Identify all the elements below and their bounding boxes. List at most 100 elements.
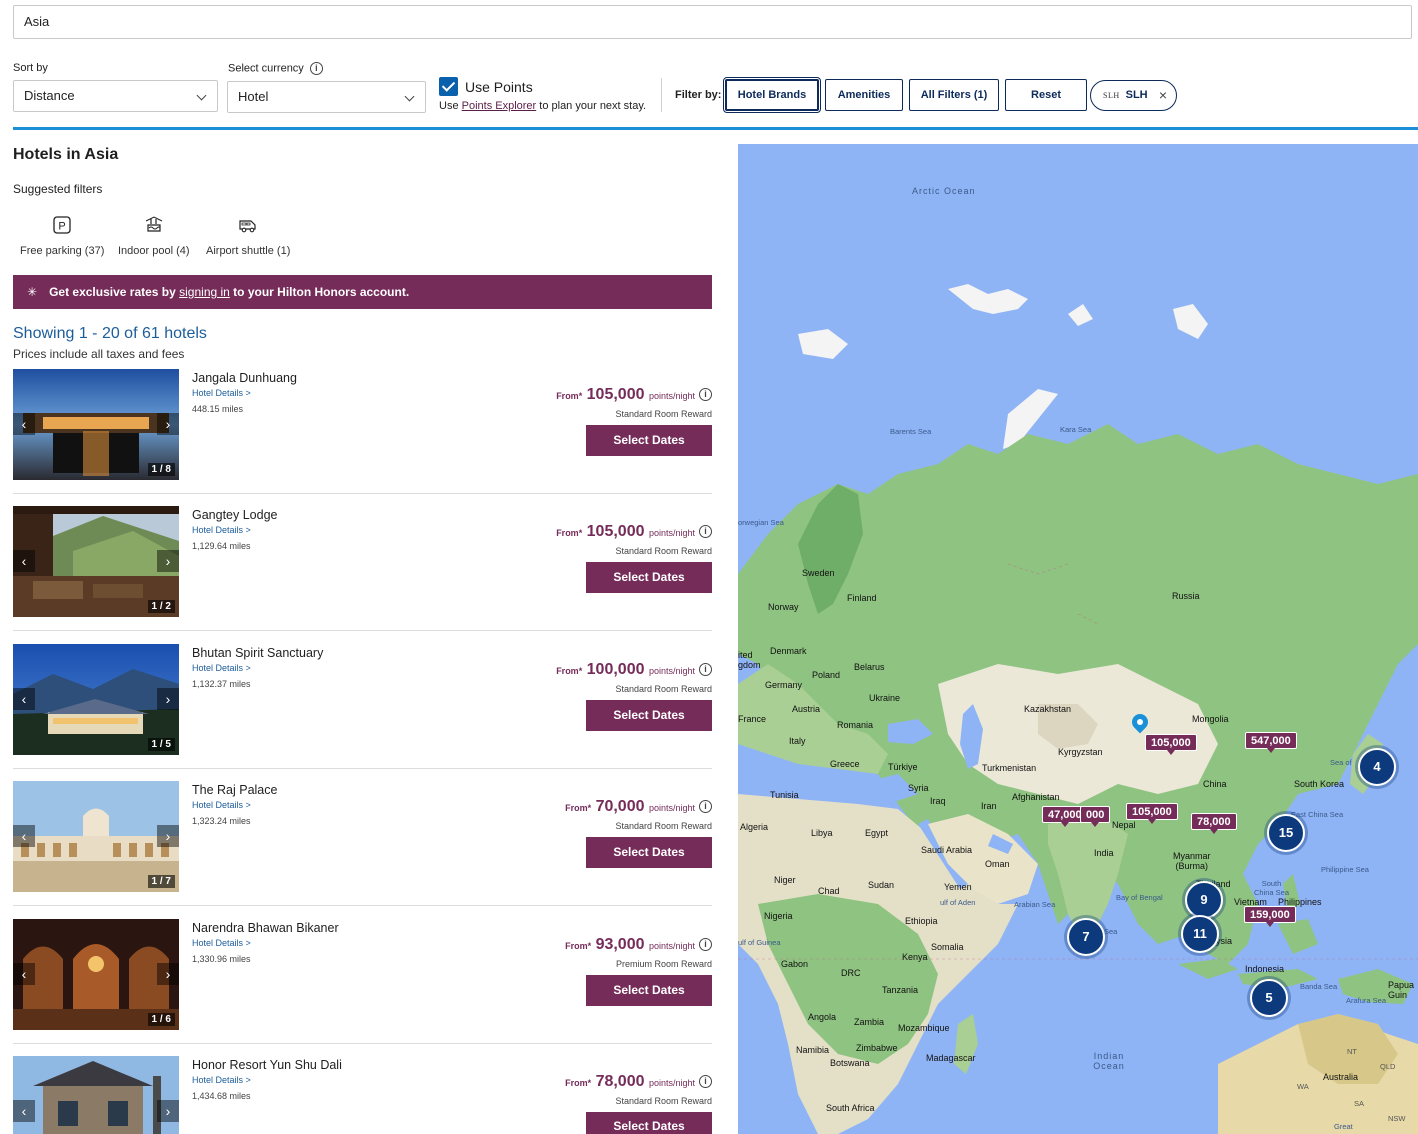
search-input[interactable]: Asia — [13, 5, 1412, 39]
hotel-card[interactable]: ‹ › 1 / 8 Jangala Dunhuang Hotel Details… — [13, 369, 712, 494]
reset-button[interactable]: Reset — [1005, 79, 1087, 111]
hotel-photo[interactable]: ‹ › 1 / 5 — [13, 644, 179, 755]
select-dates-button[interactable]: Select Dates — [586, 837, 712, 868]
hotel-name[interactable]: The Raj Palace — [192, 783, 277, 797]
map-label: Mozambique — [898, 1023, 950, 1033]
price: From* 70,000 points/night i — [565, 798, 712, 816]
select-dates-button[interactable]: Select Dates — [586, 975, 712, 1006]
hotel-name[interactable]: Gangtey Lodge — [192, 508, 278, 522]
hotel-card[interactable]: ‹ › 1 / 7 The Raj Palace Hotel Details >… — [13, 781, 712, 906]
select-dates-button[interactable]: Select Dates — [586, 1112, 712, 1134]
info-icon[interactable]: i — [699, 938, 712, 952]
map-label: Ukraine — [869, 693, 901, 703]
hotel-details-link[interactable]: Hotel Details > — [192, 663, 251, 673]
map-price-pin[interactable]: 105,000 — [1145, 734, 1197, 755]
map-price-pin[interactable]: 547,000 — [1245, 732, 1297, 753]
map-label: Indonesia — [1245, 964, 1285, 974]
next-photo-button[interactable]: › — [157, 825, 179, 847]
next-photo-button[interactable]: › — [157, 550, 179, 572]
map-label: Angola — [808, 1012, 837, 1022]
prev-photo-button[interactable]: ‹ — [13, 413, 35, 435]
suggested-filter-indoor-pool[interactable]: Indoor pool (4) — [118, 216, 190, 257]
map-price-pin[interactable]: 78,000 — [1191, 813, 1237, 834]
suggested-filter-label: Indoor pool (4) — [118, 245, 190, 257]
map-cluster[interactable]: 15 — [1267, 814, 1305, 852]
map-label: Yemen — [944, 882, 972, 892]
hotel-name[interactable]: Jangala Dunhuang — [192, 371, 297, 385]
info-icon[interactable]: i — [699, 663, 712, 677]
hotel-name[interactable]: Bhutan Spirit Sanctuary — [192, 646, 323, 660]
suggested-filters-title: Suggested filters — [13, 182, 103, 196]
prev-photo-button[interactable]: ‹ — [13, 550, 35, 572]
info-icon[interactable]: i — [699, 525, 712, 539]
sign-in-link[interactable]: signing in — [179, 285, 230, 299]
info-icon[interactable]: i — [309, 62, 323, 75]
map-cluster[interactable]: 9 — [1185, 881, 1223, 919]
suggested-filter-airport-shuttle[interactable]: Airport shuttle (1) — [206, 216, 290, 257]
hotel-brands-button[interactable]: Hotel Brands — [723, 77, 821, 113]
next-photo-button[interactable]: › — [157, 688, 179, 710]
hotel-card[interactable]: ‹ › 1 / 2 Gangtey Lodge Hotel Details > … — [13, 506, 712, 631]
next-photo-button[interactable]: › — [157, 1100, 179, 1122]
map-label: Kazakhstan — [1024, 704, 1072, 714]
hotel-card[interactable]: ‹ › 1 / 5 Bhutan Spirit Sanctuary Hotel … — [13, 644, 712, 769]
prev-photo-button[interactable]: ‹ — [13, 825, 35, 847]
map-price-pin[interactable]: 159,000 — [1244, 906, 1296, 927]
currency-select[interactable]: Hotel — [227, 81, 426, 113]
room-type: Standard Room Reward — [615, 546, 712, 556]
map-label: Zimbabwe — [856, 1043, 898, 1053]
map-cluster[interactable]: 11 — [1181, 915, 1219, 953]
sort-select[interactable]: Distance — [13, 80, 218, 112]
hotel-details-link[interactable]: Hotel Details > — [192, 1075, 251, 1085]
map-cluster[interactable]: 7 — [1067, 918, 1105, 956]
hotel-photo[interactable]: ‹ › 1 / 2 — [13, 506, 179, 617]
map-label: Madagascar — [926, 1053, 976, 1063]
all-filters-button[interactable]: All Filters (1) — [909, 79, 999, 111]
map-cluster[interactable]: 4 — [1358, 748, 1396, 786]
hotel-card[interactable]: ‹ › Honor Resort Yun Shu Dali Hotel Deta… — [13, 1056, 712, 1134]
results-map[interactable]: Arctic Ocean Barents Sea Kara Sea orwegi… — [738, 144, 1418, 1134]
map-price-pin[interactable]: 105,000 — [1126, 803, 1178, 824]
map-price-pin[interactable]: 000 — [1080, 806, 1111, 827]
slh-filter-chip[interactable]: SLH SLH × — [1090, 80, 1177, 111]
map-label: Belarus — [854, 662, 885, 672]
next-photo-button[interactable]: › — [157, 963, 179, 985]
map-cluster[interactable]: 5 — [1250, 979, 1288, 1017]
hotel-name[interactable]: Narendra Bhawan Bikaner — [192, 921, 339, 935]
note-post: to plan your next stay. — [536, 100, 647, 112]
info-icon[interactable]: i — [699, 1075, 712, 1089]
parking-icon: P — [53, 216, 71, 234]
select-dates-button[interactable]: Select Dates — [586, 700, 712, 731]
points-explorer-link[interactable]: Points Explorer — [462, 100, 537, 112]
suggested-filter-free-parking[interactable]: P Free parking (37) — [20, 216, 104, 257]
hotel-photo[interactable]: ‹ › 1 / 7 — [13, 781, 179, 892]
points-value: 105,000 — [586, 386, 645, 403]
hotel-details-link[interactable]: Hotel Details > — [192, 800, 251, 810]
hotel-photo[interactable]: ‹ › 1 / 8 — [13, 369, 179, 480]
note-pre: Use — [439, 100, 462, 112]
sort-label: Sort by — [13, 62, 48, 74]
map-label: Kyrgyzstan — [1058, 747, 1103, 757]
info-icon[interactable]: i — [699, 388, 712, 402]
select-dates-button[interactable]: Select Dates — [586, 562, 712, 593]
hotel-card[interactable]: ‹ › 1 / 6 Narendra Bhawan Bikaner Hotel … — [13, 919, 712, 1044]
close-icon[interactable]: × — [1159, 81, 1167, 110]
hotel-name[interactable]: Honor Resort Yun Shu Dali — [192, 1058, 342, 1072]
prev-photo-button[interactable]: ‹ — [13, 688, 35, 710]
use-points-checkbox[interactable] — [439, 77, 458, 96]
map-label: Philippine Sea — [1321, 865, 1369, 874]
hotel-photo[interactable]: ‹ › — [13, 1056, 179, 1134]
amenities-button[interactable]: Amenities — [825, 79, 903, 111]
select-dates-button[interactable]: Select Dates — [586, 425, 712, 456]
hotel-details-link[interactable]: Hotel Details > — [192, 938, 251, 948]
hotel-details-link[interactable]: Hotel Details > — [192, 525, 251, 535]
prev-photo-button[interactable]: ‹ — [13, 963, 35, 985]
hotel-photo[interactable]: ‹ › 1 / 6 — [13, 919, 179, 1030]
prev-photo-button[interactable]: ‹ — [13, 1100, 35, 1122]
use-points-label[interactable]: Use Points — [465, 79, 533, 95]
map-label: Gabon — [781, 959, 809, 969]
next-photo-button[interactable]: › — [157, 413, 179, 435]
info-icon[interactable]: i — [699, 800, 712, 814]
map-label: Tanzania — [882, 985, 919, 995]
hotel-details-link[interactable]: Hotel Details > — [192, 388, 251, 398]
